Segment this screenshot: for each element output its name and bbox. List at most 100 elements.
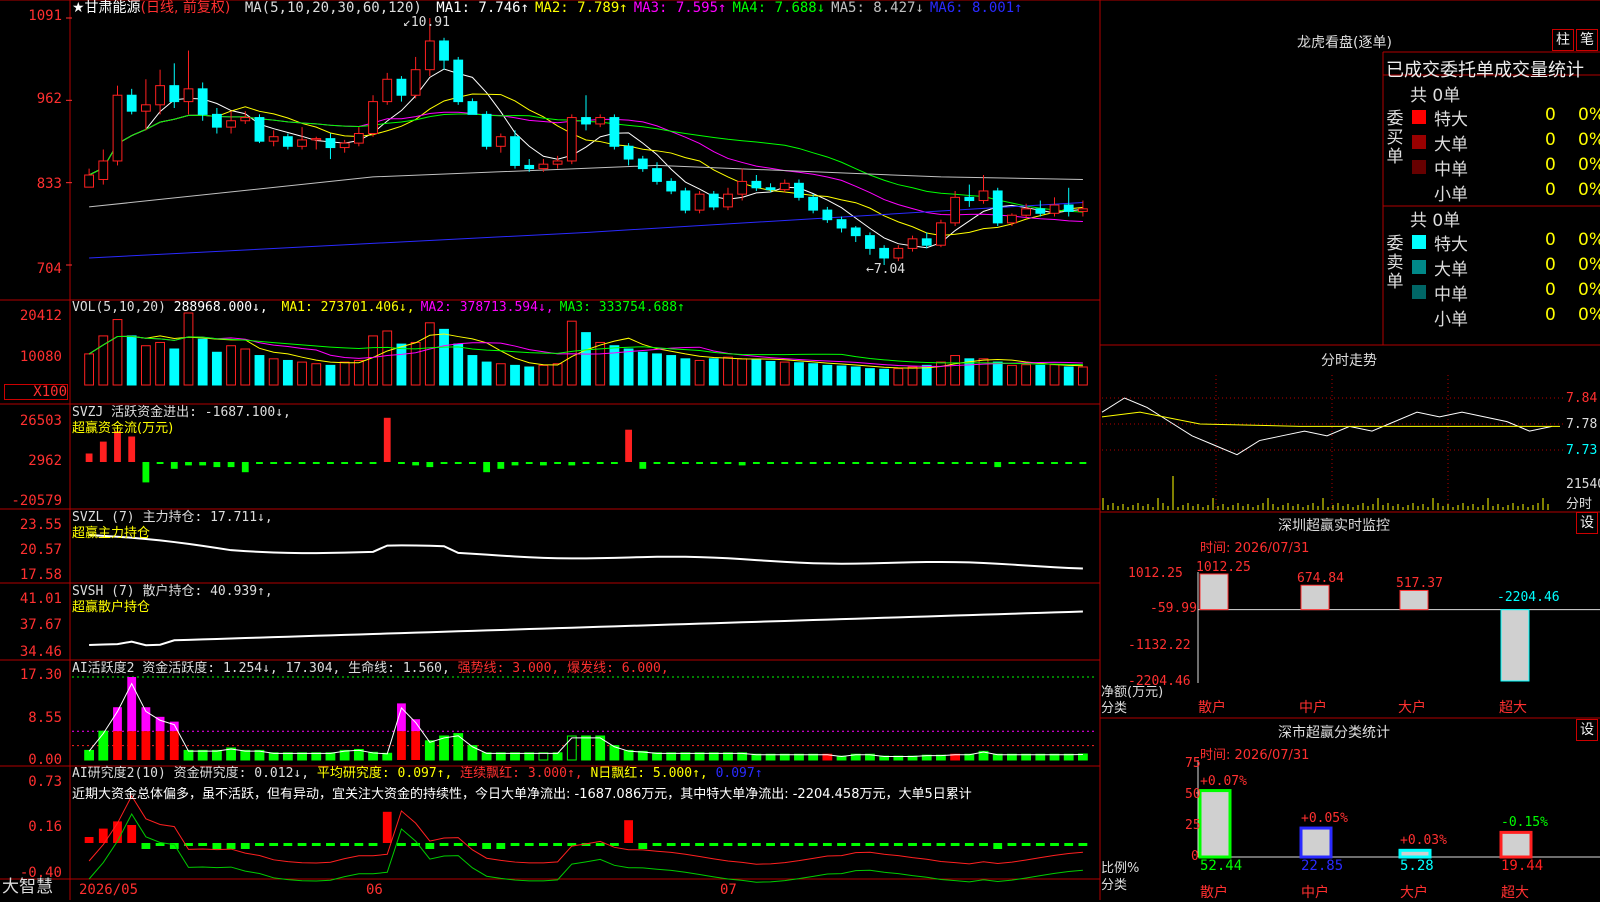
classify-settings-button[interactable]: 设 [1576,719,1598,741]
monitor-settings-button[interactable]: 设 [1576,512,1598,534]
order-percent: 0% [1578,130,1600,150]
order-size-name: 中单 [1434,285,1468,305]
activity-header: AI活跃度2 资金活跃度: 1.254↓, 17.304, 生命线: 1.560… [72,661,669,676]
stock-chart-canvas[interactable] [0,0,1600,900]
monitor-axis-label: 1012.25 [1128,566,1183,581]
candle-body [680,190,691,211]
classify-bar [1398,848,1432,859]
research-bar [212,843,222,849]
money-flow-bar [383,417,391,462]
volume-bar [1063,366,1074,386]
volume-bar [637,351,648,386]
candle-body [112,94,123,162]
money-flow-bar [795,462,803,464]
order-count: 0 [1545,255,1556,275]
monitor-xlabel: 分类 [1101,701,1128,716]
activity-bar [694,752,705,761]
volume-bar [609,345,620,386]
order-size-name: 小单 [1434,310,1468,330]
research-bar [922,843,932,846]
order-percent: 0% [1578,180,1600,200]
candle-body [893,247,904,259]
longhu-title: 龙虎看盘(逐单) [1297,35,1392,51]
volume-bar [510,364,520,386]
stock-name[interactable]: ★甘肃能源 [72,0,141,16]
monitor-value-label: 674.84 [1297,571,1344,587]
order-percent: 0% [1578,305,1600,325]
research-bar [255,843,264,846]
money-flow-bar [681,462,689,464]
research-bar [893,843,903,846]
money-flow-bar [511,462,519,466]
money-flow-bar [355,462,363,464]
order-count: 0 [1545,130,1556,150]
money-flow-bar [213,462,221,468]
candle-body [708,193,719,208]
research-bar [439,843,449,846]
ma-value: MA2: 378713.594↓, [420,300,554,315]
research-bar [340,843,350,846]
research-bar [482,843,492,849]
order-percent: 0% [1578,105,1600,125]
classify-bar [1198,789,1232,859]
research-bar [382,811,392,843]
volume-bar [623,348,634,386]
volume-bar [140,345,151,386]
bar-mode-button[interactable]: 柱 [1552,29,1574,51]
activity-bar [652,752,662,761]
money-flow-bar [341,462,349,464]
svzj-subtitle: 超赢资金流(万元) [72,421,174,436]
money-flow-bar [738,462,746,466]
candle-body [666,180,677,192]
research-bar [539,843,548,846]
volume-bar [779,361,790,386]
activity-bar [538,752,549,761]
order-size-name: 大单 [1434,135,1468,155]
money-flow-bar [497,462,505,469]
research-bar [84,837,94,843]
volume-bar [865,368,875,386]
money-flow-bar [1065,462,1073,464]
research-bar [808,843,818,846]
volume-bar [382,330,393,386]
high-mark: ↙10.91 [403,15,450,30]
money-flow-bar [568,462,576,466]
activity-bar [155,716,165,732]
candle-body [1049,204,1060,214]
money-flow-bar [880,462,888,464]
activity-bar [495,752,506,761]
candle-body [652,168,662,182]
monitor-category: 散户 [1198,700,1226,716]
research-average: 平均研究度: 0.097↑, [316,766,453,781]
order-size-swatch [1412,260,1426,274]
order-count: 0 [1545,280,1556,300]
candle-body [240,117,251,122]
candle-body [794,182,804,198]
sell-side-label: 委卖单 [1386,234,1404,292]
svsh-axis-label: 37.67 [19,617,62,633]
activity-bar [98,730,109,761]
candle-body [98,160,109,180]
money-flow-bar [639,462,647,469]
activity-bar [566,735,577,761]
candle-body [538,163,549,170]
volume-bar [240,348,251,386]
activity-bar [581,735,591,761]
volume-bar [680,358,691,386]
footer-logo[interactable]: 大智慧 [2,879,53,896]
activity-bar [723,752,733,761]
ma-value: MA3: 333754.688↑ [559,300,685,315]
money-flow-bar [625,429,632,462]
research-bar [993,843,1003,849]
money-flow-bar [752,462,760,464]
money-flow-bar [696,462,703,464]
classify-category: 中户 [1301,885,1329,901]
money-flow-bar [980,462,987,464]
monitor-category: 中户 [1299,700,1327,716]
volume-bar [850,366,861,386]
research-bar [397,843,406,846]
money-flow-bar [710,462,718,464]
svzl-subtitle: 超赢主力持仓 [72,526,151,541]
tick-mode-button[interactable]: 笔 [1576,29,1598,51]
activity-bar [197,749,208,761]
